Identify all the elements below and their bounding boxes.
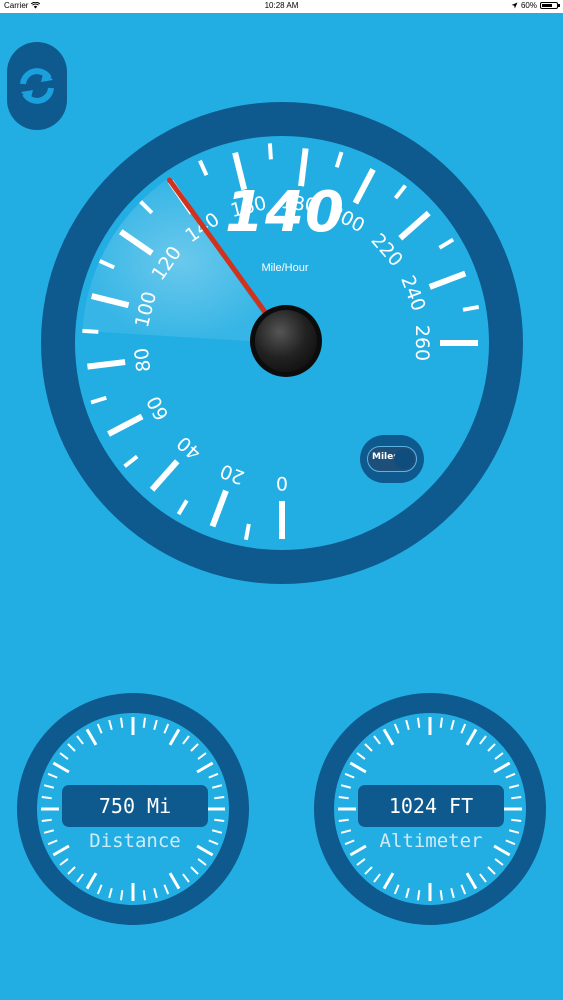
small-gauge-tick xyxy=(120,890,124,901)
small-gauge-tick xyxy=(338,796,349,800)
small-gauge-tick xyxy=(142,890,146,901)
small-gauge-tick xyxy=(142,717,146,728)
small-gauge-tick xyxy=(417,717,421,728)
small-gauge-tick xyxy=(439,890,443,901)
altimeter-readout: 1024 FT xyxy=(358,785,504,827)
small-gauge-tick xyxy=(511,818,522,822)
distance-label: Distance xyxy=(89,830,181,852)
small-gauge-tick xyxy=(41,796,52,800)
distance-readout: 750 Mi xyxy=(62,785,208,827)
small-gauge-tick xyxy=(417,890,421,901)
small-gauge-tick xyxy=(338,818,349,822)
altimeter-label: Altimeter xyxy=(379,830,483,852)
small-gauge-tick xyxy=(439,717,443,728)
small-gauge-tick xyxy=(511,796,522,800)
small-gauge-tick xyxy=(41,818,52,822)
small-gauge-tick xyxy=(214,796,225,800)
small-gauge-tick xyxy=(120,717,124,728)
small-gauge-tick xyxy=(214,818,225,822)
